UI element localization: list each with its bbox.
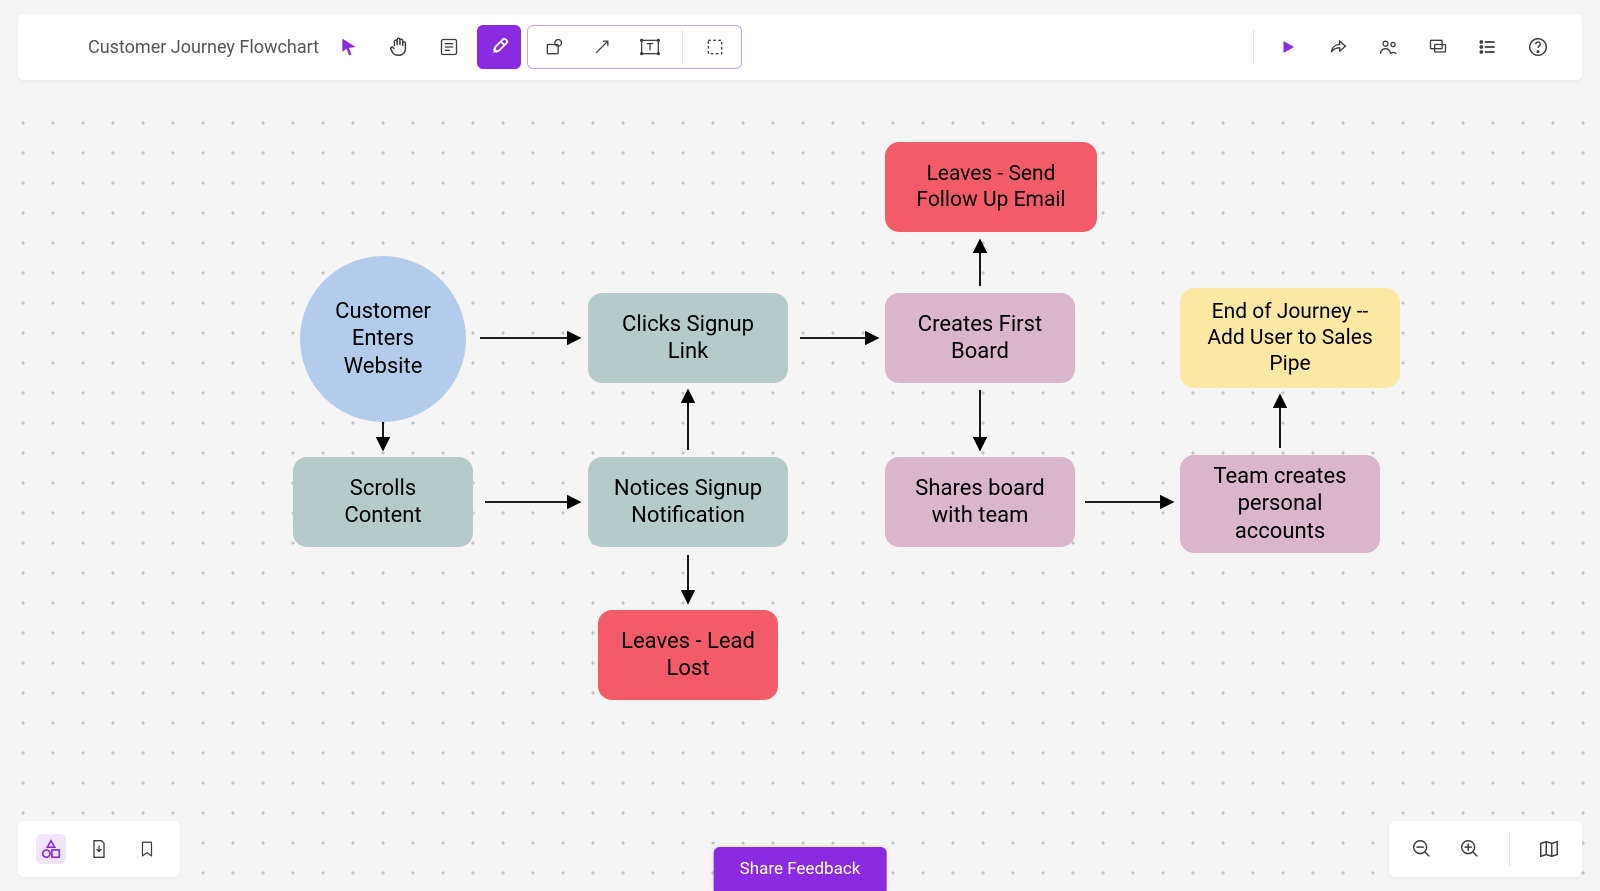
feedback-label: Share Feedback xyxy=(740,859,861,879)
shapes-panel-button[interactable] xyxy=(36,834,66,864)
bottom-left-panel xyxy=(18,821,180,877)
node-clicks[interactable]: Clicks Signup Link xyxy=(588,293,788,383)
file-down-icon xyxy=(89,838,109,860)
select-tool[interactable] xyxy=(327,25,371,69)
node-label: End of Journey -- Add User to Sales Pipe xyxy=(1198,299,1382,378)
share-button[interactable] xyxy=(1316,25,1360,69)
comments-button[interactable] xyxy=(1416,25,1460,69)
node-notices[interactable]: Notices Signup Notification xyxy=(588,457,788,547)
node-label: Creates First Board xyxy=(903,311,1057,366)
help-icon xyxy=(1527,36,1549,58)
shapes-icon xyxy=(40,838,62,860)
text-frame-icon xyxy=(639,37,661,57)
node-leaves-email[interactable]: Leaves - Send Follow Up Email xyxy=(885,142,1097,232)
note-icon xyxy=(439,37,459,57)
comments-icon xyxy=(1427,37,1449,57)
toolbar-divider-right xyxy=(1253,30,1254,64)
share-feedback-button[interactable]: Share Feedback xyxy=(714,847,887,891)
bookmark-icon xyxy=(138,838,156,860)
note-tool[interactable] xyxy=(427,25,471,69)
node-shares[interactable]: Shares board with team xyxy=(885,457,1075,547)
pan-tool[interactable] xyxy=(377,25,421,69)
bottom-right-panel xyxy=(1389,821,1582,877)
shape-subtool-group xyxy=(527,25,742,69)
node-label: Leaves - Send Follow Up Email xyxy=(903,161,1079,214)
play-icon xyxy=(1279,38,1297,56)
collaborators-button[interactable] xyxy=(1366,25,1410,69)
node-label: Notices Signup Notification xyxy=(606,475,770,530)
top-toolbar: Customer Journey Flowchart xyxy=(18,14,1582,80)
shape-tool[interactable] xyxy=(532,28,576,66)
share-arrow-icon xyxy=(1327,37,1349,57)
bookmark-button[interactable] xyxy=(132,834,162,864)
node-end[interactable]: End of Journey -- Add User to Sales Pipe xyxy=(1180,288,1400,388)
shape-icon xyxy=(544,37,564,57)
import-button[interactable] xyxy=(84,834,114,864)
zoom-in-icon xyxy=(1459,838,1481,860)
node-creates[interactable]: Creates First Board xyxy=(885,293,1075,383)
zoom-divider xyxy=(1509,832,1510,866)
minimap-button[interactable] xyxy=(1534,834,1564,864)
play-button[interactable] xyxy=(1266,25,1310,69)
cursor-icon xyxy=(339,37,359,57)
outline-button[interactable] xyxy=(1466,25,1510,69)
people-icon xyxy=(1376,37,1400,57)
node-label: Customer Enters Website xyxy=(318,298,448,381)
list-icon xyxy=(1478,37,1498,57)
build-tool[interactable] xyxy=(477,25,521,69)
text-tool[interactable] xyxy=(628,28,672,66)
node-label: Scrolls Content xyxy=(311,475,455,530)
node-label: Clicks Signup Link xyxy=(606,311,770,366)
arrow-tool[interactable] xyxy=(580,28,624,66)
wrench-icon xyxy=(488,36,510,58)
subtool-divider xyxy=(682,30,683,64)
node-label: Team creates personal accounts xyxy=(1198,463,1362,546)
canvas[interactable]: Customer Enters Website Scrolls Content … xyxy=(0,100,1600,891)
tool-group-right xyxy=(1247,25,1560,69)
node-leaves-lost[interactable]: Leaves - Lead Lost xyxy=(598,610,778,700)
arrow-icon xyxy=(592,37,612,57)
marquee-tool[interactable] xyxy=(693,28,737,66)
zoom-out-button[interactable] xyxy=(1407,834,1437,864)
doc-title[interactable]: Customer Journey Flowchart xyxy=(88,37,319,58)
zoom-in-button[interactable] xyxy=(1455,834,1485,864)
node-scrolls[interactable]: Scrolls Content xyxy=(293,457,473,547)
node-enter[interactable]: Customer Enters Website xyxy=(300,256,466,422)
node-team[interactable]: Team creates personal accounts xyxy=(1180,455,1380,553)
node-label: Shares board with team xyxy=(903,475,1057,530)
marquee-icon xyxy=(705,37,725,57)
help-button[interactable] xyxy=(1516,25,1560,69)
map-icon xyxy=(1538,838,1560,860)
zoom-out-icon xyxy=(1411,838,1433,860)
tool-group-main xyxy=(327,25,742,69)
hand-icon xyxy=(388,36,410,58)
node-label: Leaves - Lead Lost xyxy=(616,628,760,683)
